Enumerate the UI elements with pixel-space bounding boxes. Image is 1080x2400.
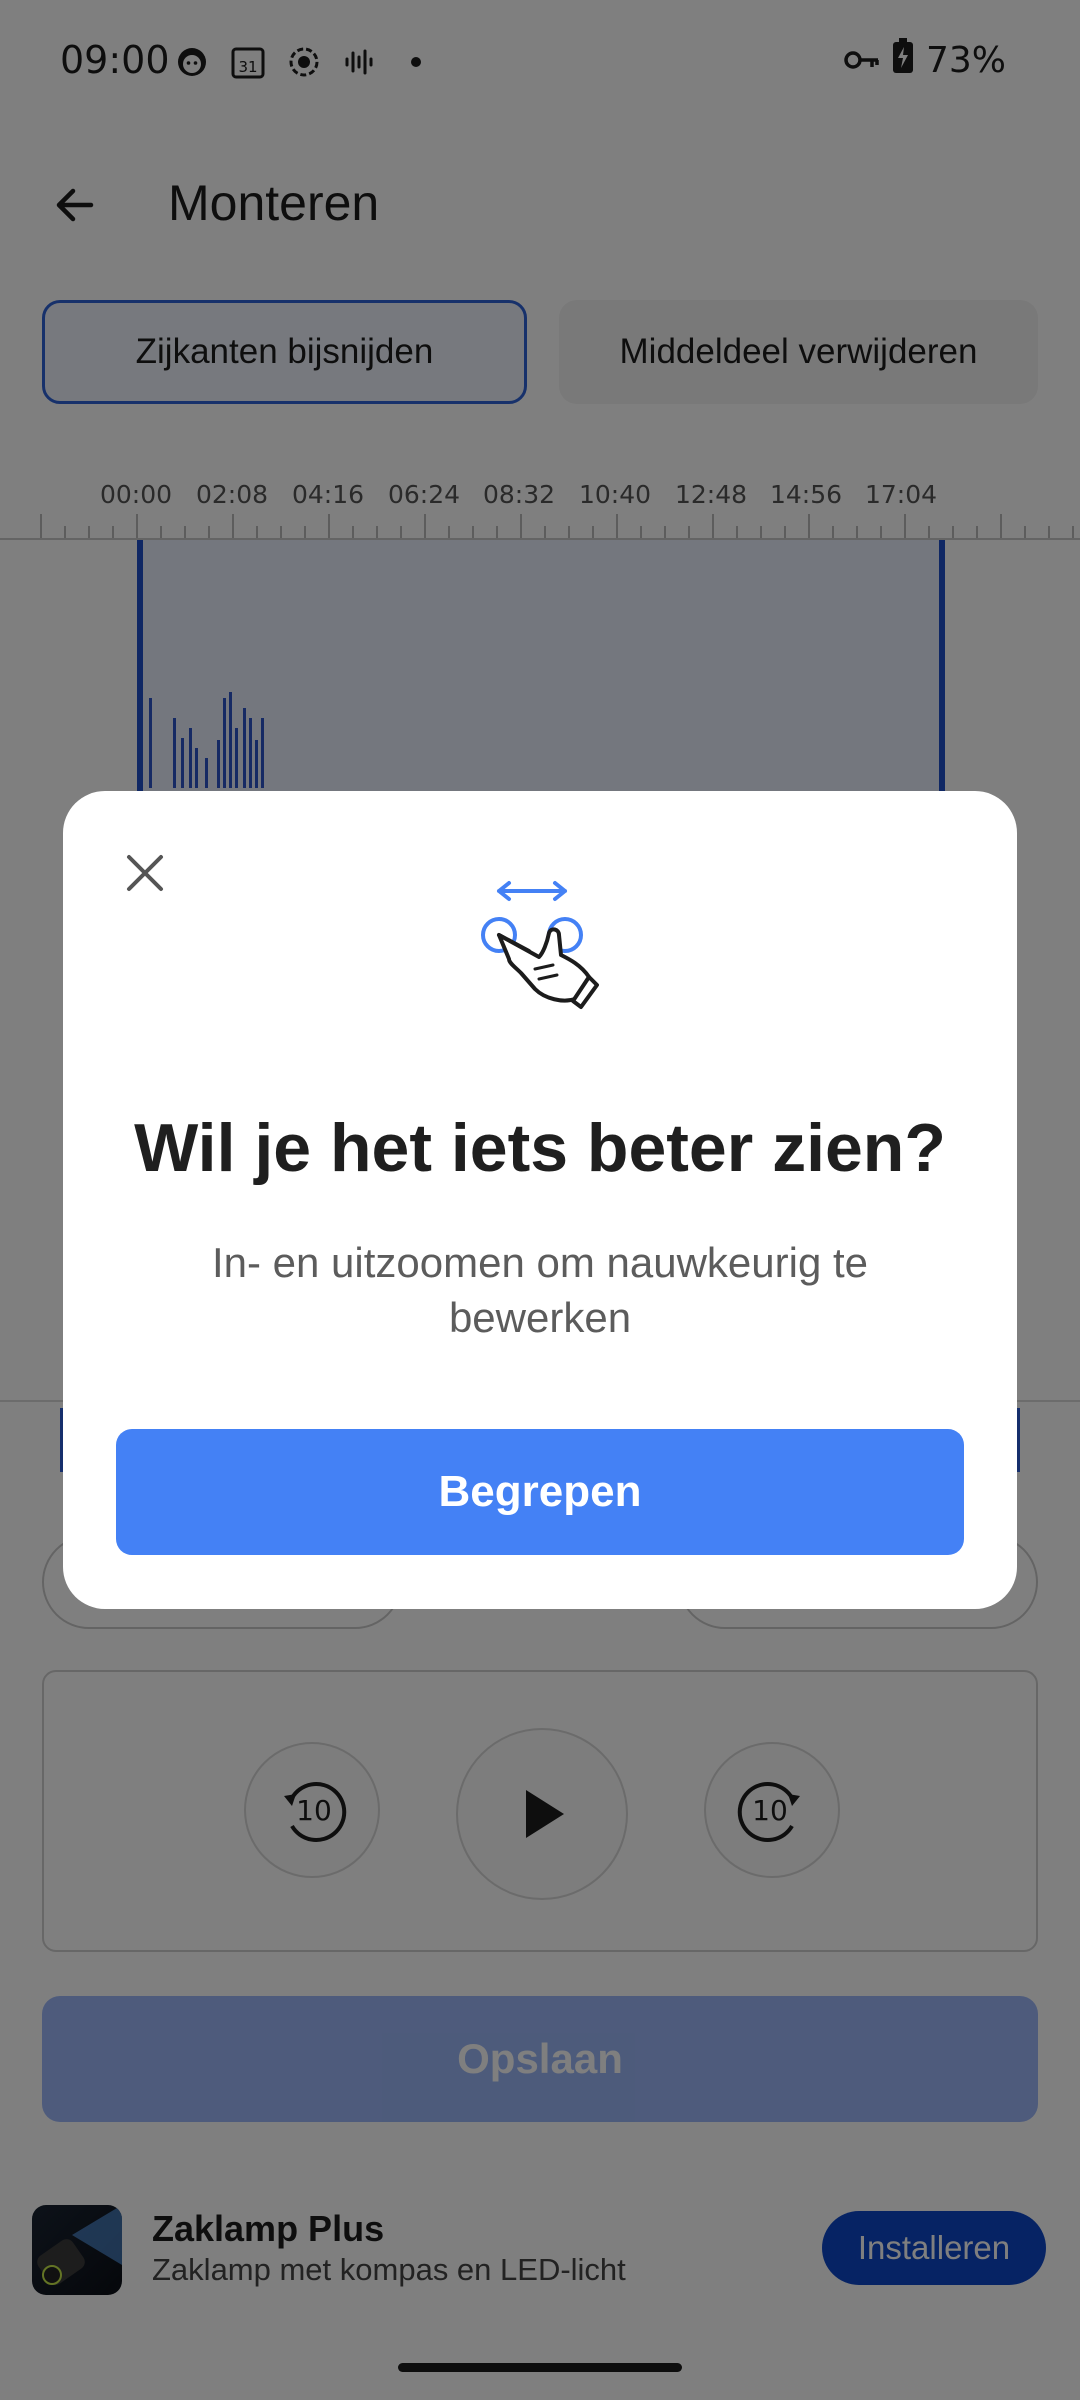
close-button[interactable] [107,835,183,911]
zoom-tip-dialog: Wil je het iets beter zien? In- en uitzo… [63,791,1017,1609]
close-icon [127,855,163,891]
pinch-zoom-hand-icon [481,881,599,1009]
dialog-body: In- en uitzoomen om nauwkeurig te bewerk… [211,1239,869,1341]
dialog-title: Wil je het iets beter zien? [134,1110,946,1186]
got-it-button[interactable]: Begrepen [116,1429,964,1555]
